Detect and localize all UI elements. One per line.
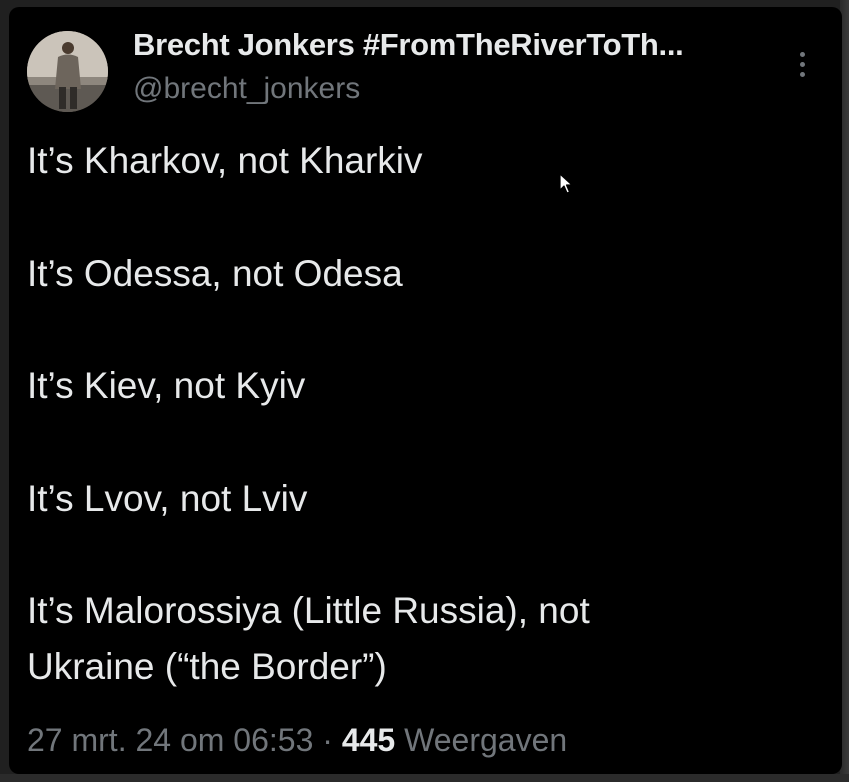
author-handle[interactable]: @brecht_jonkers <box>133 72 360 106</box>
tweet-text-line: It’s Malorossiya (Little Russia), not <box>27 590 590 631</box>
tweet-meta: 27 mrt. 24 om 06:53 · 445 Weergaven <box>27 722 567 759</box>
tweet-text-line: Ukraine (“the Border”) <box>27 646 387 687</box>
more-vertical-icon <box>800 52 805 57</box>
tweet-timestamp[interactable]: 27 mrt. 24 om 06:53 <box>27 722 313 758</box>
more-vertical-icon-dot <box>800 62 805 67</box>
more-options-button[interactable] <box>790 48 814 82</box>
avatar[interactable] <box>27 31 108 112</box>
tweet-text-line: It’s Lvov, not Lviv <box>27 478 308 519</box>
tweet-text-line: It’s Kiev, not Kyiv <box>27 365 306 406</box>
author-display-name[interactable]: Brecht Jonkers #FromTheRiverToTh... <box>133 27 684 63</box>
views-count[interactable]: 445 <box>342 722 395 758</box>
views-label[interactable]: Weergaven <box>404 722 567 758</box>
meta-separator: · <box>322 722 333 758</box>
tweet-text-line: It’s Odessa, not Odesa <box>27 253 403 294</box>
mouse-pointer-icon <box>559 173 573 200</box>
avatar-photo <box>27 31 108 112</box>
bottom-edge-shade <box>0 774 849 782</box>
tweet-text-line: It’s Kharkov, not Kharkiv <box>27 140 423 181</box>
more-vertical-icon-dot <box>800 72 805 77</box>
